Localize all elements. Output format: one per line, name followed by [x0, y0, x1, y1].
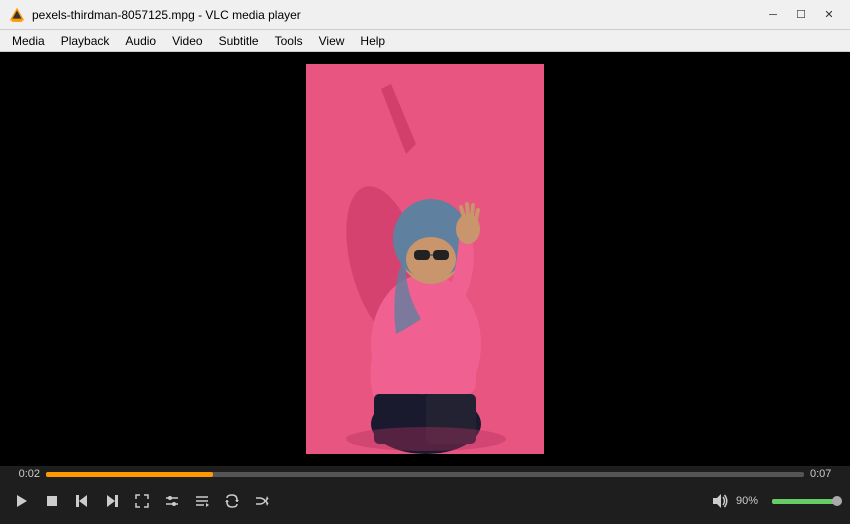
- video-frame: [306, 64, 544, 454]
- prev-button[interactable]: [68, 487, 96, 515]
- time-current: 0:02: [8, 468, 40, 480]
- window-title: pexels-thirdman-8057125.mpg - VLC media …: [32, 8, 758, 22]
- progress-bar-container: 0:02 0:07: [0, 466, 850, 482]
- bottom-controls: 90%: [0, 482, 850, 520]
- extended-settings-button[interactable]: [158, 487, 186, 515]
- stop-icon: [44, 493, 60, 509]
- video-content: [306, 64, 544, 454]
- menu-tools[interactable]: Tools: [267, 30, 311, 51]
- menu-media[interactable]: Media: [4, 30, 53, 51]
- play-pause-button[interactable]: [8, 487, 36, 515]
- menu-audio[interactable]: Audio: [117, 30, 164, 51]
- menu-bar: Media Playback Audio Video Subtitle Tool…: [0, 30, 850, 52]
- close-button[interactable]: ✕: [816, 5, 842, 25]
- random-icon: [254, 493, 270, 509]
- loop-button[interactable]: [218, 487, 246, 515]
- menu-video[interactable]: Video: [164, 30, 210, 51]
- controls-area: 0:02 0:07: [0, 466, 850, 524]
- menu-help[interactable]: Help: [352, 30, 393, 51]
- volume-icon: [711, 492, 729, 510]
- minimize-button[interactable]: ─: [760, 5, 786, 25]
- maximize-button[interactable]: ☐: [788, 5, 814, 25]
- volume-button[interactable]: [708, 487, 732, 515]
- progress-fill: [46, 472, 213, 477]
- vlc-logo: [8, 6, 26, 24]
- video-area: [0, 52, 850, 466]
- sliders-icon: [164, 493, 180, 509]
- volume-area: 90%: [708, 487, 842, 515]
- loop-icon: [224, 493, 240, 509]
- next-icon: [104, 493, 120, 509]
- volume-fill: [772, 499, 835, 504]
- stop-button[interactable]: [38, 487, 66, 515]
- time-total: 0:07: [810, 468, 842, 480]
- random-button[interactable]: [248, 487, 276, 515]
- menu-playback[interactable]: Playback: [53, 30, 118, 51]
- volume-knob: [832, 496, 842, 506]
- playlist-icon: [194, 493, 210, 509]
- play-icon: [14, 493, 30, 509]
- playlist-button[interactable]: [188, 487, 216, 515]
- next-button[interactable]: [98, 487, 126, 515]
- volume-percentage: 90%: [736, 495, 768, 507]
- menu-view[interactable]: View: [311, 30, 353, 51]
- menu-subtitle[interactable]: Subtitle: [211, 30, 267, 51]
- title-bar: pexels-thirdman-8057125.mpg - VLC media …: [0, 0, 850, 30]
- fullscreen-button[interactable]: [128, 487, 156, 515]
- progress-track[interactable]: [46, 472, 804, 477]
- fullscreen-icon: [134, 493, 150, 509]
- volume-track[interactable]: [772, 499, 842, 504]
- prev-icon: [74, 493, 90, 509]
